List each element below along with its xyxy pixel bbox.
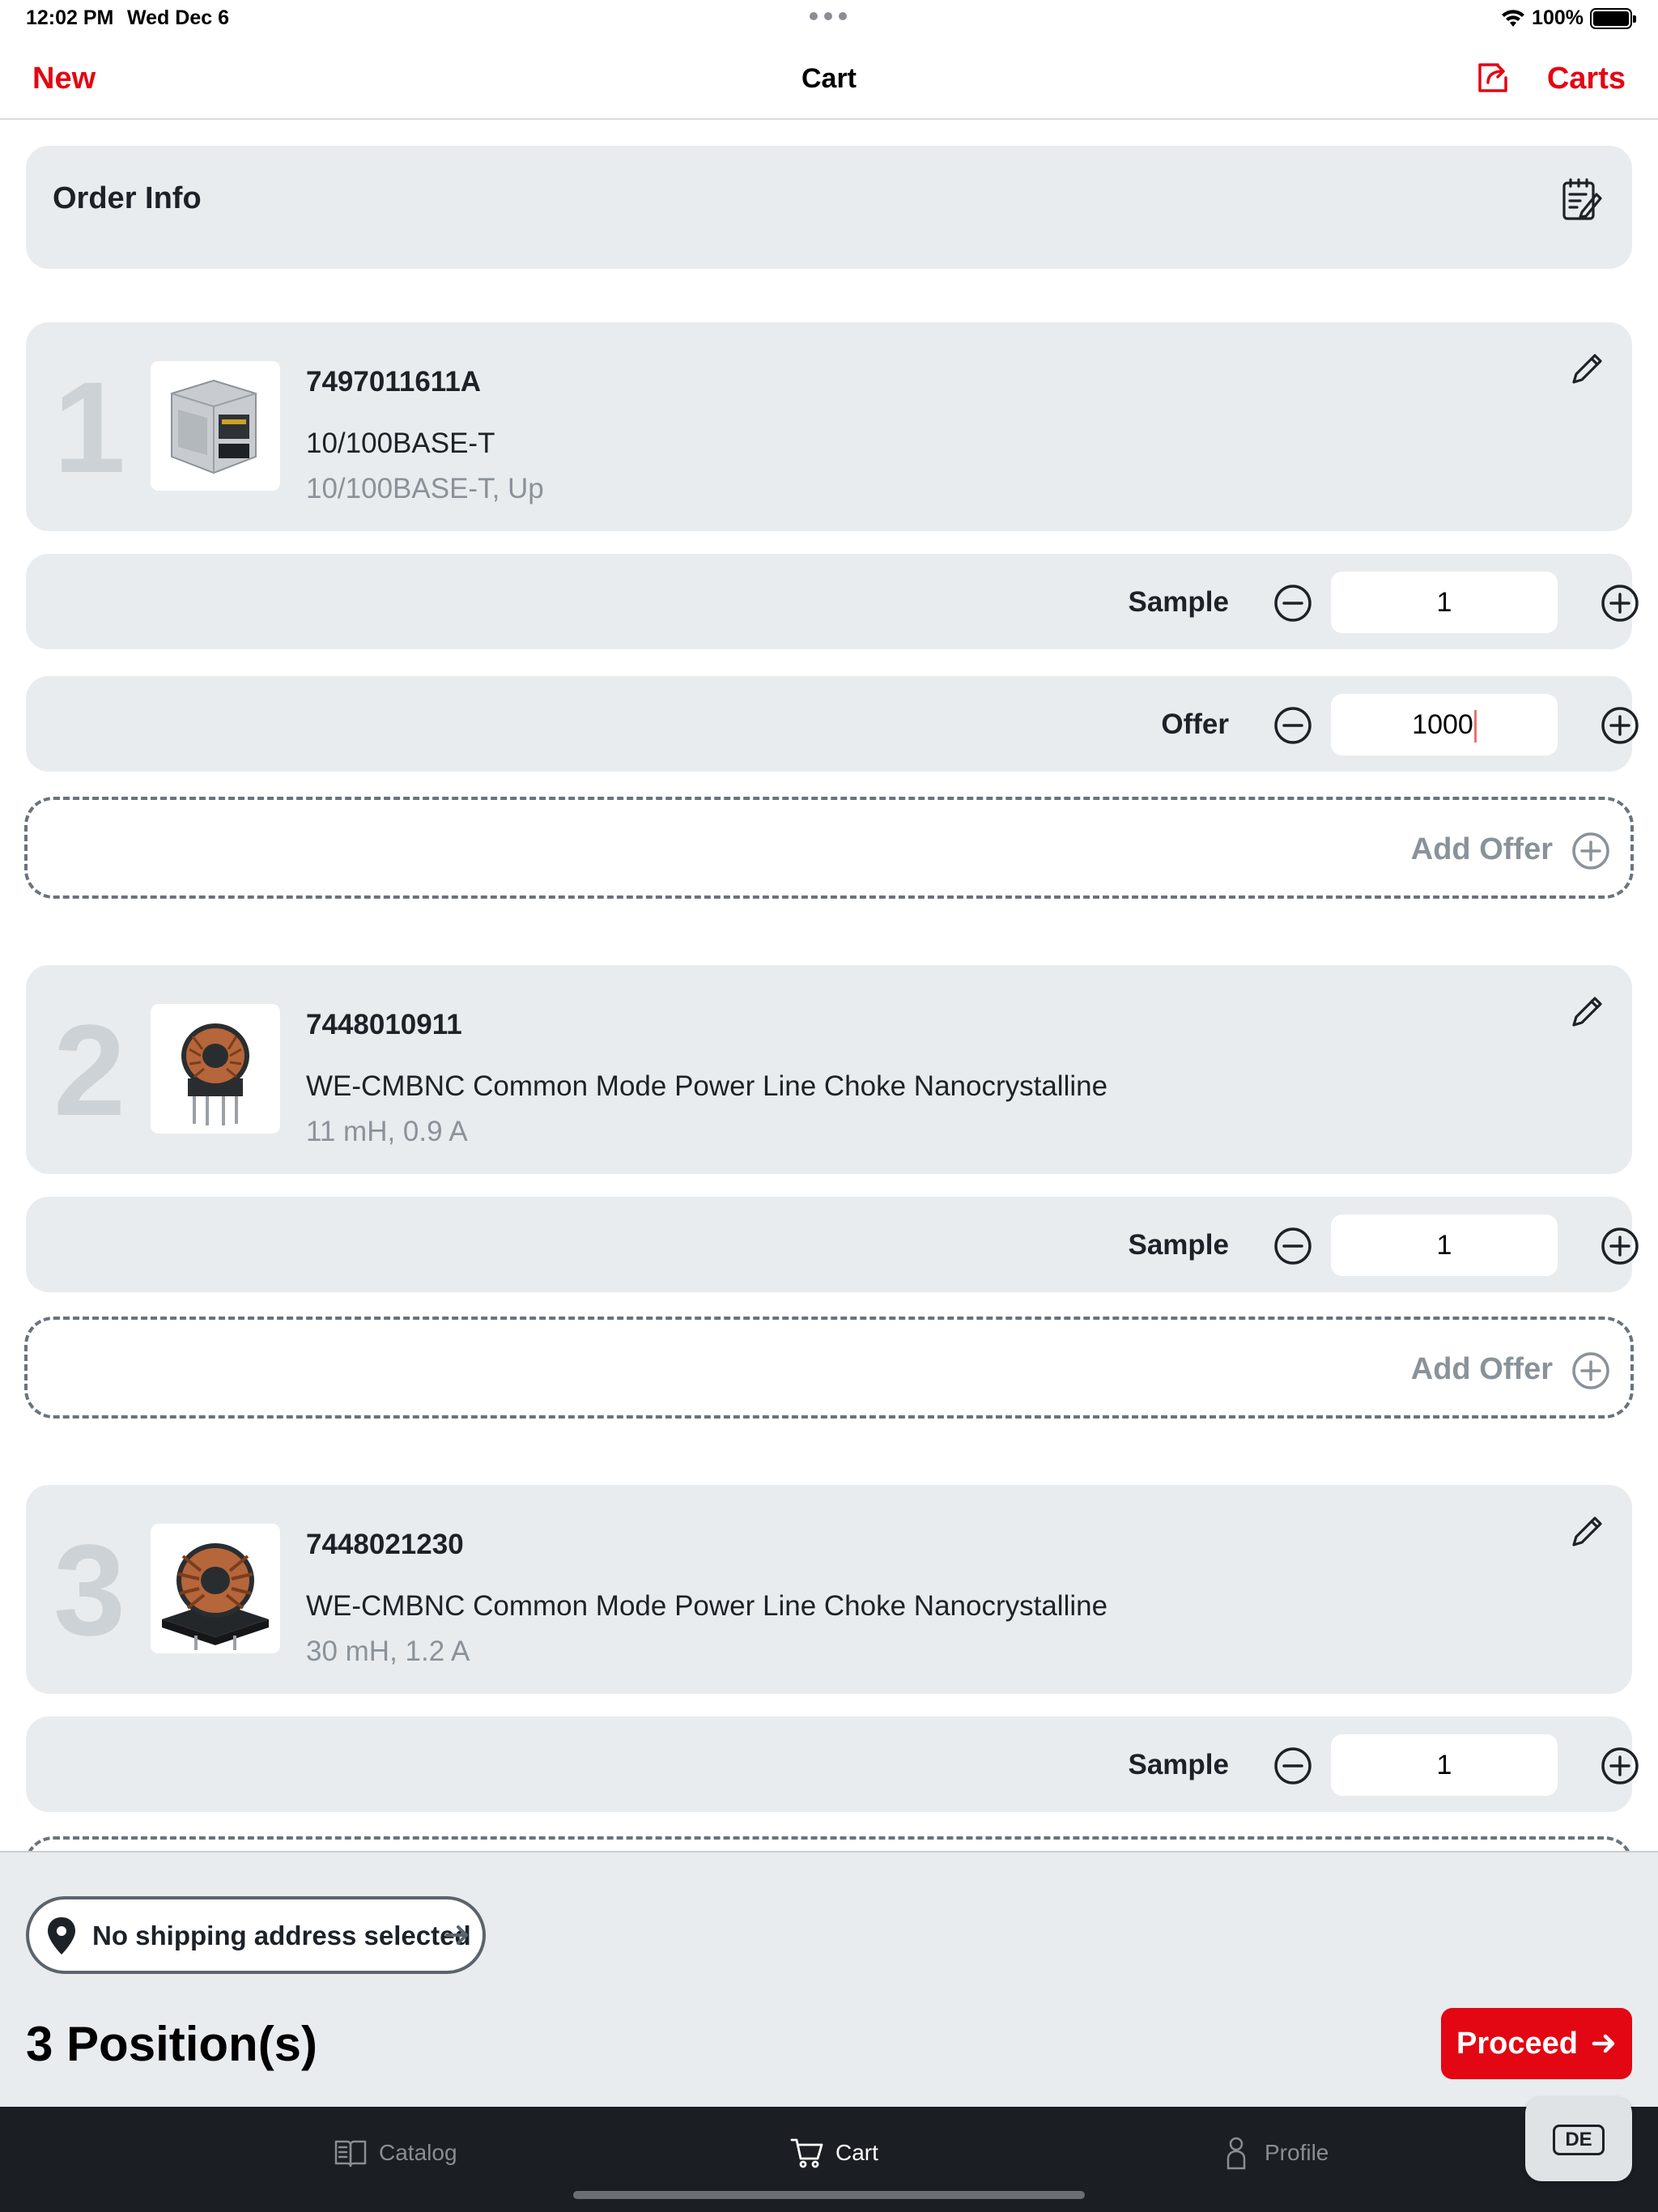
add-offer-label: Add Offer	[1410, 1352, 1553, 1386]
plus-circle-icon[interactable]	[1600, 1226, 1640, 1266]
quantity-label: Offer	[1161, 708, 1229, 740]
product-sku: 7497011611A	[306, 366, 482, 398]
tab-label: Profile	[1265, 2140, 1329, 2165]
order-info-title: Order Info	[53, 181, 202, 215]
quantity-label: Sample	[1128, 1229, 1230, 1261]
product-name: WE-CMBNC Common Mode Power Line Choke Na…	[306, 1070, 1108, 1102]
plus-circle-icon[interactable]	[1600, 1746, 1640, 1786]
position-number: 2	[53, 998, 125, 1142]
tab-label: Catalog	[379, 2140, 457, 2165]
plus-circle-icon	[1572, 832, 1609, 870]
quantity-label: Sample	[1128, 586, 1230, 618]
quantity-value: 1000	[1412, 709, 1473, 740]
page-title: Cart	[801, 63, 857, 94]
status-date: Wed Dec 6	[127, 6, 229, 29]
navigation-bar: New Cart Carts	[0, 39, 1658, 120]
quantity-input[interactable]: 1	[1331, 1734, 1558, 1796]
plus-circle-icon[interactable]	[1600, 705, 1640, 746]
tab-label: Cart	[835, 2140, 878, 2165]
cart-position-2: 2 7448010911 WE-CMBNC Common Mode Power …	[26, 965, 1632, 1174]
minus-circle-icon[interactable]	[1273, 1746, 1313, 1786]
status-indicators: 100%	[1501, 6, 1636, 30]
quantity-row-sample: Sample 1	[26, 1197, 1639, 1292]
cart-summary-panel: No shipping address selected 3 Position(…	[0, 1851, 1658, 2107]
product-name: 10/100BASE-T	[306, 428, 495, 459]
language-switch-button[interactable]: DE	[1525, 2097, 1632, 2181]
shipping-address-label: No shipping address selected	[92, 1921, 471, 1950]
pencil-edit-icon[interactable]	[1567, 348, 1608, 389]
plus-circle-icon[interactable]	[1600, 583, 1640, 623]
product-image-toroid-choke	[151, 1004, 280, 1134]
tab-catalog[interactable]: Catalog	[334, 2136, 457, 2170]
quantity-input-focused[interactable]: 1000	[1331, 694, 1558, 755]
position-number: 3	[53, 1517, 125, 1662]
home-indicator[interactable]	[573, 2191, 1085, 2199]
product-spec: 10/100BASE-T, Up	[306, 473, 544, 504]
quantity-row-sample: Sample 1	[26, 554, 1639, 649]
minus-circle-icon[interactable]	[1273, 1226, 1313, 1266]
notes-edit-icon[interactable]	[1561, 177, 1603, 222]
plus-circle-icon	[1572, 1352, 1609, 1389]
product-sku: 7448021230	[306, 1529, 464, 1560]
add-offer-label: Add Offer	[1410, 832, 1553, 866]
pencil-edit-icon[interactable]	[1567, 1511, 1608, 1551]
share-export-icon[interactable]	[1473, 58, 1512, 97]
product-spec: 30 mH, 1.2 A	[306, 1636, 470, 1667]
arrow-right-icon	[1592, 2034, 1615, 2053]
multitasking-dots-icon[interactable]	[810, 12, 847, 20]
product-image-toroid-choke-large	[151, 1524, 280, 1653]
product-image-rj45-connector	[151, 361, 280, 491]
wifi-icon	[1502, 9, 1525, 27]
quantity-input[interactable]: 1	[1331, 1214, 1558, 1276]
minus-circle-icon[interactable]	[1273, 705, 1313, 746]
proceed-label: Proceed	[1456, 2026, 1578, 2061]
shipping-address-button[interactable]: No shipping address selected	[26, 1896, 486, 1974]
language-badge: DE	[1553, 2125, 1605, 2155]
book-icon	[334, 2140, 367, 2167]
battery-icon	[1590, 7, 1636, 29]
cart-position-3: 3 7448021230 WE-CMBNC Common Mode Power …	[26, 1485, 1632, 1694]
cart-position-1: 1 7497011611A 10/100BASE-T 10/100BASE-T,…	[26, 322, 1632, 531]
pencil-edit-icon[interactable]	[1567, 991, 1608, 1032]
text-cursor	[1473, 710, 1477, 743]
order-info-card[interactable]: Order Info	[26, 146, 1632, 269]
battery-percent: 100%	[1532, 6, 1584, 29]
person-icon	[1226, 2137, 1246, 2170]
product-name: WE-CMBNC Common Mode Power Line Choke Na…	[306, 1590, 1108, 1622]
quantity-label: Sample	[1128, 1749, 1230, 1780]
positions-count: 3 Position(s)	[26, 2017, 318, 2071]
quantity-row-offer: Offer 1000	[26, 676, 1639, 772]
quantity-row-sample: Sample 1	[26, 1716, 1639, 1812]
status-time: 12:02 PM	[26, 6, 114, 29]
tab-profile[interactable]: Profile	[1219, 2136, 1329, 2170]
carts-button[interactable]: Carts	[1547, 62, 1626, 96]
add-offer-button[interactable]: Add Offer	[24, 797, 1634, 899]
proceed-button[interactable]: Proceed	[1441, 2008, 1632, 2079]
location-pin-icon	[48, 1917, 75, 1955]
add-offer-button[interactable]: Add Offer	[24, 1317, 1634, 1419]
product-spec: 11 mH, 0.9 A	[306, 1116, 468, 1147]
position-number: 1	[53, 355, 125, 500]
quantity-input[interactable]: 1	[1331, 572, 1558, 633]
cart-icon	[790, 2138, 823, 2168]
product-sku: 7448010911	[306, 1009, 462, 1040]
status-bar: 12:02 PM Wed Dec 6 100%	[0, 0, 1658, 39]
minus-circle-icon[interactable]	[1273, 583, 1313, 623]
arrow-right-icon	[445, 1925, 468, 1945]
tab-cart[interactable]: Cart	[790, 2136, 878, 2170]
